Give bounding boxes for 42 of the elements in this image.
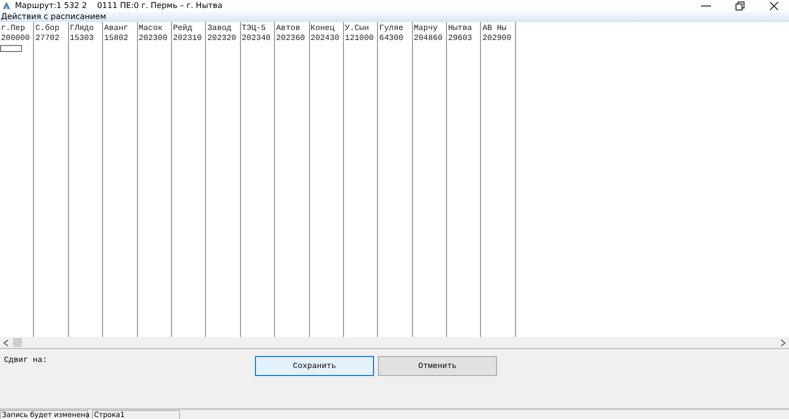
- table-cell-text: 202900: [481, 34, 512, 44]
- restore-icon[interactable]: [735, 0, 745, 10]
- column-header: У.Сын: [344, 24, 370, 34]
- column-header: Аванг: [103, 24, 130, 34]
- column-header: ТЭЦ-5: [240, 24, 267, 34]
- table-cell-text: 202320: [206, 34, 238, 44]
- table-cell-text: 29603: [447, 34, 474, 44]
- cell-editor-field[interactable]: [0, 45, 22, 52]
- column-header: Рейд: [172, 24, 194, 34]
- column-header: Масок: [138, 24, 164, 34]
- table-cell-text: 202310: [172, 34, 203, 44]
- column-header: Конец: [310, 24, 336, 34]
- column-header: С.бор: [34, 24, 60, 34]
- close-icon[interactable]: [769, 0, 779, 10]
- table-cell-text: 202360: [275, 34, 306, 44]
- column-header: АВ Ны: [481, 24, 508, 34]
- table-cell-text: 64300: [378, 34, 404, 44]
- table-cell-text: 202340: [240, 34, 272, 44]
- scroll-right-icon[interactable]: [780, 338, 786, 346]
- column-header: Автов: [275, 24, 302, 34]
- column-header: Марчу: [412, 24, 439, 34]
- column-header: ГЛядо: [68, 24, 95, 34]
- scrollbar-thumb[interactable]: [13, 338, 22, 347]
- column-header: Гуляе: [378, 24, 404, 34]
- menu-item[interactable]: Действия с расписанием: [0, 12, 108, 21]
- window-title: Маршрут:1 532 2 0111 ПЕ:0 г. Пермь – г. Нытва: [15, 1, 222, 10]
- table-cell-text: 202300: [138, 34, 168, 44]
- column-header: г.Пер: [0, 24, 26, 34]
- save-button[interactable]: Сохранить: [255, 356, 374, 376]
- scroll-left-icon[interactable]: [3, 338, 9, 346]
- table-cell-text: 204860: [412, 34, 444, 44]
- table-cell-text: 202430: [310, 34, 340, 44]
- table-cell-text: 15802: [103, 34, 130, 44]
- column-header: Завод: [206, 24, 232, 34]
- table-cell-text: 200000: [0, 34, 31, 44]
- shift-label: Сдвиг на:: [4, 356, 48, 365]
- column-header: Нытва: [447, 24, 474, 34]
- cancel-button[interactable]: Отменить: [378, 356, 497, 376]
- table-cell-text: 15303: [68, 34, 95, 44]
- table-cell-text: 121000: [344, 34, 375, 44]
- app-icon: [2, 1, 11, 10]
- table-cell-text: 27702: [34, 34, 60, 44]
